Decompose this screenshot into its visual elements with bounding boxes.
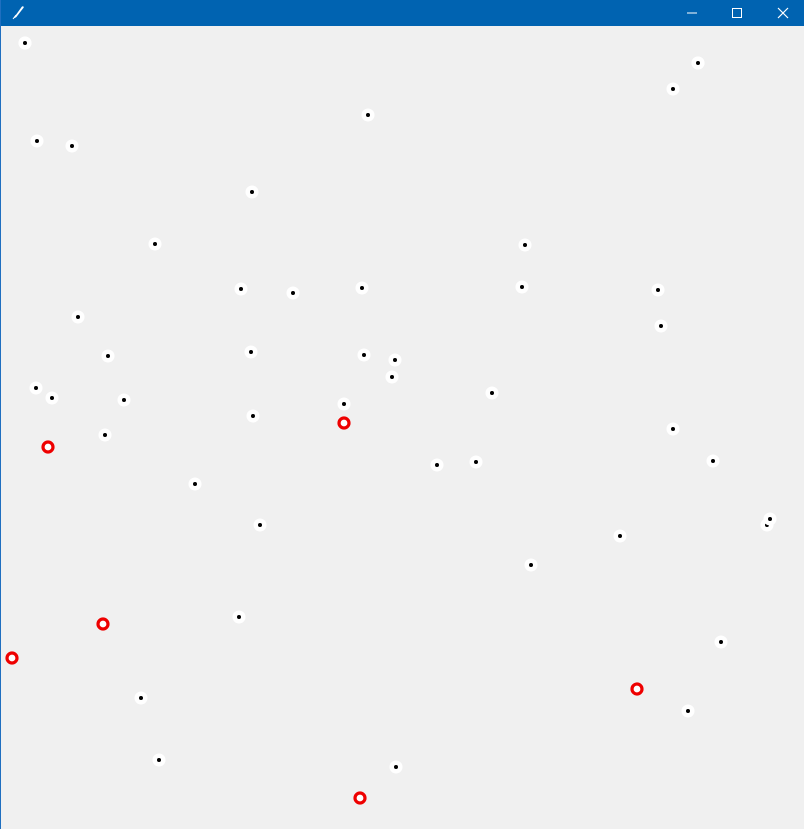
minimize-icon: [686, 4, 698, 23]
canvas-point-center: [342, 402, 346, 406]
canvas-point-center: [393, 358, 397, 362]
canvas-point-center: [34, 386, 38, 390]
canvas-point-center: [529, 563, 533, 567]
canvas-point-center: [671, 427, 675, 431]
app-window: [0, 0, 804, 829]
canvas-point-center: [237, 615, 241, 619]
canvas-point-center: [520, 285, 524, 289]
minimize-button[interactable]: [669, 0, 714, 26]
close-button[interactable]: [760, 0, 804, 26]
canvas-point-center: [239, 287, 243, 291]
canvas-point-center: [122, 398, 126, 402]
canvas-point-center: [106, 354, 110, 358]
canvas-point-center: [390, 375, 394, 379]
canvas-point-center: [76, 315, 80, 319]
highlighted-point: [630, 682, 644, 696]
canvas-point-center: [153, 242, 157, 246]
canvas-point-center: [70, 144, 74, 148]
highlighted-point: [41, 440, 55, 454]
drawing-canvas[interactable]: [1, 26, 804, 829]
canvas-point-center: [474, 460, 478, 464]
canvas-point-center: [360, 286, 364, 290]
canvas-point-center: [249, 350, 253, 354]
maximize-button[interactable]: [714, 0, 759, 26]
canvas-point-center: [719, 640, 723, 644]
canvas-point-center: [696, 61, 700, 65]
canvas-point-center: [139, 696, 143, 700]
canvas-point-center: [157, 758, 161, 762]
highlighted-point: [353, 791, 367, 805]
feather-icon: [10, 4, 26, 20]
point-layer: [5, 36, 777, 805]
canvas-point-center: [251, 414, 255, 418]
highlighted-point: [96, 617, 110, 631]
canvas-point-center: [490, 391, 494, 395]
canvas-point-center: [250, 190, 254, 194]
canvas-point-center: [656, 288, 660, 292]
canvas-point-center: [618, 534, 622, 538]
close-icon: [777, 4, 789, 23]
canvas-point-center: [35, 139, 39, 143]
canvas-point-center: [291, 291, 295, 295]
maximize-icon: [731, 4, 743, 23]
canvas-point-center: [659, 324, 663, 328]
canvas-point-center: [362, 353, 366, 357]
canvas-point-center: [193, 482, 197, 486]
canvas-point-center: [394, 765, 398, 769]
canvas-point-center: [50, 396, 54, 400]
canvas-point-center: [435, 463, 439, 467]
canvas-point-center: [768, 517, 772, 521]
highlighted-point: [337, 416, 351, 430]
title-bar[interactable]: [1, 0, 804, 26]
canvas-point-center: [686, 709, 690, 713]
canvas-point-center: [258, 523, 262, 527]
highlighted-point: [5, 651, 19, 665]
canvas-point-center: [523, 243, 527, 247]
canvas-point-center: [671, 87, 675, 91]
canvas-point-center: [366, 113, 370, 117]
canvas-point-center: [711, 459, 715, 463]
canvas-point-center: [103, 433, 107, 437]
canvas-point-center: [23, 41, 27, 45]
